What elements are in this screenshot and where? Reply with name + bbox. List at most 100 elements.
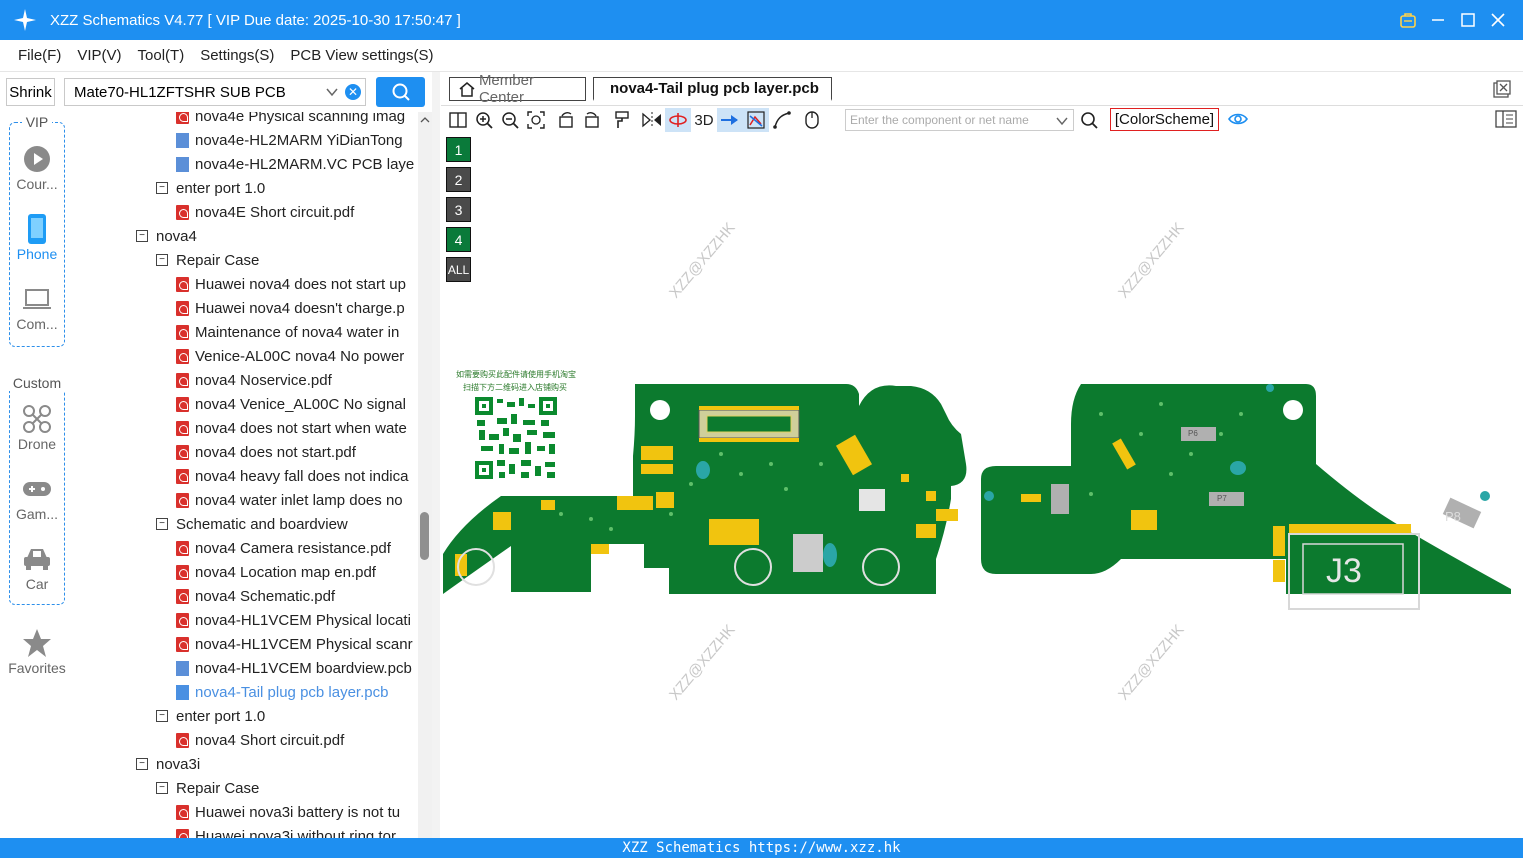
pdf-icon [176,636,189,652]
tree-item[interactable]: nova4e-HL2MARM.VC PCB laye [176,152,414,176]
chevron-down-icon[interactable] [1055,114,1069,128]
tree-scrollbar[interactable] [418,112,432,838]
collapse-icon[interactable]: − [136,758,148,770]
tree-folder[interactable]: − Schematic and boardview [156,512,348,536]
collapse-icon[interactable]: − [156,710,168,722]
search-icon [392,83,410,101]
tree-item[interactable]: nova4-HL1VCEM Physical scanr [176,632,413,656]
mouse-icon[interactable] [799,108,825,132]
tree-item[interactable]: nova4 Camera resistance.pdf [176,536,391,560]
tree-item[interactable]: nova4 Noservice.pdf [176,368,332,392]
tree-folder[interactable]: − nova3i [136,752,200,776]
file-tree: nova4e Physical scanning imag nova4e-HL2… [74,112,418,838]
category-rail: VIP Cour... Phone Com... Custom Drone Ga… [0,112,74,838]
clear-icon[interactable]: ✕ [345,84,361,100]
3d-view-button[interactable]: 3D [691,108,717,132]
color-scheme-button[interactable]: [ColorScheme] [1110,108,1219,131]
tree-item[interactable]: nova4 Schematic.pdf [176,584,335,608]
rail-item-car[interactable]: Car [0,544,74,592]
menu-pcb-view-settings[interactable]: PCB View settings(S) [290,47,433,64]
menu-vip[interactable]: VIP(V) [77,47,121,64]
pcb-drawing: J3 P6 P7 P8 [443,384,1511,610]
collapse-icon[interactable]: − [156,254,168,266]
pdf-icon [176,372,189,388]
net-highlight-icon[interactable] [743,108,769,132]
tree-item[interactable]: nova4 Short circuit.pdf [176,728,344,752]
pdf-icon [176,564,189,580]
tree-item[interactable]: nova4-HL1VCEM Physical locati [176,608,411,632]
tree-folder[interactable]: − enter port 1.0 [156,704,265,728]
flip-board-icon[interactable] [665,108,691,132]
rail-item-game[interactable]: Gam... [0,474,74,522]
panel-splitter[interactable] [432,72,440,838]
paint-brush-icon[interactable] [609,108,635,132]
trace-icon[interactable] [769,108,795,132]
tree-item[interactable]: nova4 heavy fall does not indica [176,464,408,488]
split-view-icon[interactable] [445,108,471,132]
star-icon [0,628,74,658]
zoom-in-icon[interactable] [471,108,497,132]
menu-file[interactable]: File(F) [18,47,61,64]
car-icon [0,544,74,574]
tree-item[interactable]: nova4 does not start when wate [176,416,407,440]
rail-item-drone[interactable]: Drone [0,404,74,452]
tree-folder[interactable]: − enter port 1.0 [156,176,265,200]
minimize-button[interactable] [1423,0,1453,40]
fit-view-icon[interactable] [523,108,549,132]
search-button[interactable] [376,77,425,107]
component-search-input[interactable]: Enter the component or net name [845,109,1074,131]
chevron-down-icon[interactable] [325,85,339,103]
search-icon[interactable] [1080,111,1098,134]
close-tab-icon[interactable] [1493,80,1511,103]
tree-folder[interactable]: − Repair Case [156,248,259,272]
collapse-icon[interactable]: − [136,230,148,242]
rail-item-favorites[interactable]: Favorites [0,628,74,676]
tree-item[interactable]: nova4e Physical scanning imag [176,112,405,128]
mirror-icon[interactable] [639,108,665,132]
side-panel-icon[interactable] [1495,110,1517,133]
tree-folder[interactable]: − Repair Case [156,776,259,800]
tab-active-document[interactable]: nova4-Tail plug pcb layer.pcb [593,77,832,101]
tree-item[interactable]: nova4 Location map en.pdf [176,560,376,584]
tree-item[interactable]: nova4 does not start.pdf [176,440,356,464]
tree-item[interactable]: Maintenance of nova4 water in [176,320,399,344]
tree-item[interactable]: Huawei nova3i without ring tor [176,824,396,838]
menu-settings[interactable]: Settings(S) [200,47,274,64]
rotate-right-icon[interactable] [579,108,605,132]
tree-item[interactable]: nova4E Short circuit.pdf [176,200,354,224]
vip-bag-icon[interactable] [1393,0,1423,40]
rail-item-phone[interactable]: Phone [0,214,74,262]
tree-item[interactable]: Huawei nova3i battery is not tu [176,800,400,824]
tree-item[interactable]: nova4-HL1VCEM boardview.pcb [176,656,412,680]
collapse-icon[interactable]: − [156,182,168,194]
collapse-icon[interactable]: − [156,518,168,530]
pcb-file-icon [176,660,189,676]
tree-item[interactable]: nova4 water inlet lamp does no [176,488,403,512]
highlight-arrow-icon[interactable] [717,108,743,132]
rail-item-computer[interactable]: Com... [0,284,74,332]
tree-item[interactable]: nova4 Venice_AL00C No signal [176,392,406,416]
left-header: Shrink Mate70-HL1ZFTSHR SUB PCB ✕ [0,72,440,112]
zoom-out-icon[interactable] [497,108,523,132]
label-p8: P8 [1445,509,1461,524]
shrink-button[interactable]: Shrink [6,78,55,106]
maximize-button[interactable] [1453,0,1483,40]
rail-item-courses[interactable]: Cour... [0,144,74,192]
tree-item[interactable]: Huawei nova4 does not start up [176,272,406,296]
scroll-up-icon[interactable] [418,114,432,126]
tree-item[interactable]: Huawei nova4 doesn't charge.p [176,296,405,320]
status-bar: XZZ Schematics https://www.xzz.hk [0,838,1523,858]
collapse-icon[interactable]: − [156,782,168,794]
tree-folder[interactable]: − nova4 [136,224,197,248]
tree-item[interactable]: nova4e-HL2MARM YiDianTong [176,128,403,152]
eye-icon[interactable] [1227,110,1249,133]
pcb-canvas[interactable]: 1 2 3 4 ALL XZZ@XZZHK XZZ@XZZHK XZZ@XZZH… [441,134,1523,838]
close-button[interactable] [1483,0,1513,40]
tree-item[interactable]: Venice-AL00C nova4 No power [176,344,404,368]
tab-member-center[interactable]: Member Center [449,72,586,106]
scrollbar-thumb[interactable] [420,512,429,560]
model-select[interactable]: Mate70-HL1ZFTSHR SUB PCB ✕ [64,78,366,106]
rotate-left-icon[interactable] [553,108,579,132]
menu-tool[interactable]: Tool(T) [138,47,185,64]
tree-item-selected[interactable]: nova4-Tail plug pcb layer.pcb [176,680,388,704]
